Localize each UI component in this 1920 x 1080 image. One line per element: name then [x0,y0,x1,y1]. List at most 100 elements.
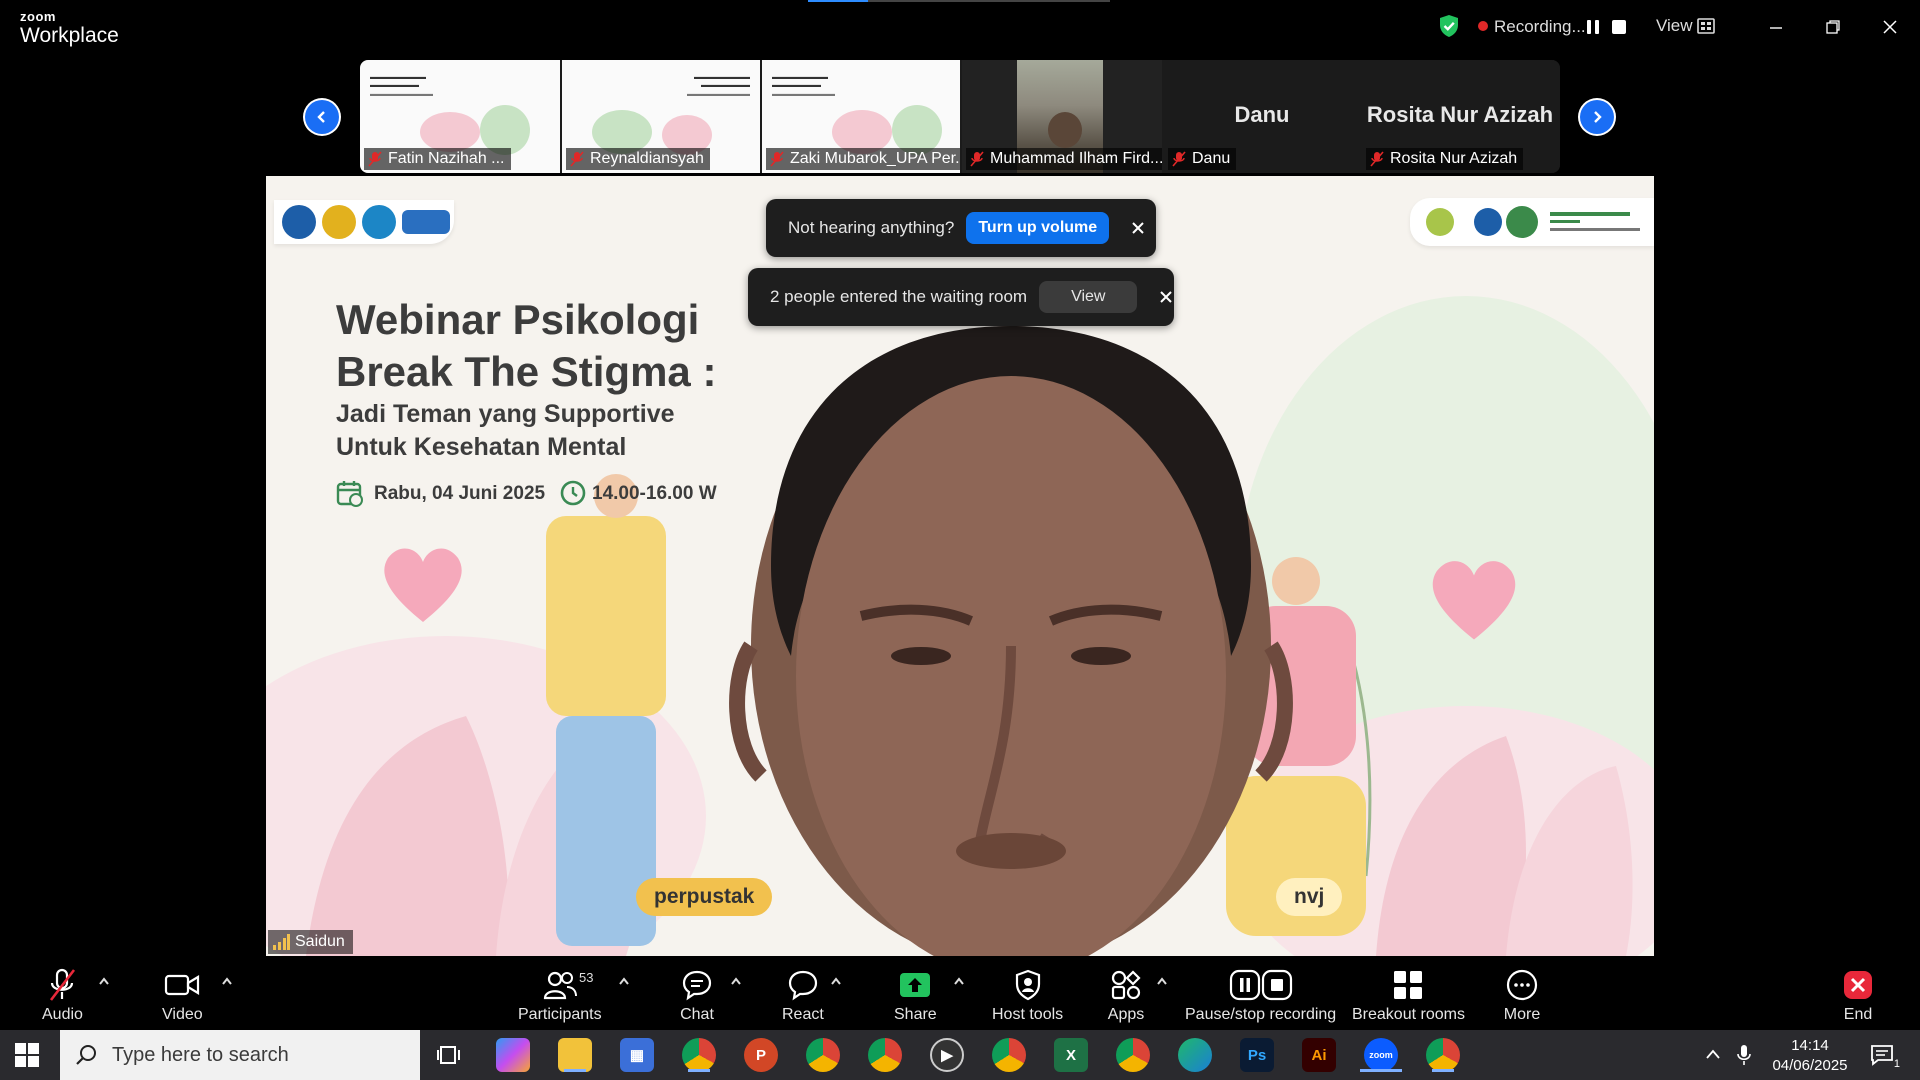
participants-icon [543,971,577,1000]
restore-button[interactable] [1818,12,1848,42]
filmstrip-next-button[interactable] [1578,98,1616,136]
page-indicator [808,0,1110,2]
participant-tile[interactable]: Danu Danu [1164,60,1360,173]
participants-count: 53 [579,970,594,985]
meeting-toolbar: Audio Video Participants 53 Chat React S… [0,956,1920,1030]
task-view-icon[interactable] [432,1038,466,1072]
chevron-up-icon[interactable] [953,976,965,986]
close-icon[interactable] [1159,290,1173,304]
react-label: React [782,1006,824,1023]
mini-slide-thumbnail: ▬▬▬▬▬▬▬▬ ▬▬▬▬▬▬▬ ▬▬▬▬▬▬▬▬▬ [370,74,433,98]
participant-tile[interactable]: Muhammad Ilham Fird... [962,60,1162,173]
audio-button[interactable]: Audio [42,968,83,1024]
encryption-shield-icon[interactable] [1438,14,1460,38]
minimize-button[interactable] [1761,12,1791,42]
participant-tile[interactable]: ▬▬▬▬▬▬▬▬ ▬▬▬▬▬▬▬ ▬▬▬▬▬▬▬▬▬ Fatin Nazihah .… [360,60,560,173]
participant-tile[interactable]: Rosita Nur Azizah Rosita Nur Azizah [1360,60,1560,173]
chat-icon [682,970,712,1001]
chevron-up-icon[interactable] [1705,1048,1721,1060]
participants-label: Participants [518,1006,602,1023]
calendar-icon [336,481,363,507]
slide-time: 14.00-16.00 W [592,483,717,504]
taskbar-search-input[interactable]: Type here to search [60,1030,420,1080]
chrome-profile-icon[interactable] [1116,1038,1150,1072]
heart-decoration-icon [384,548,462,622]
view-waiting-room-button[interactable]: View [1039,281,1138,313]
participant-tile[interactable]: ▬▬▬▬▬▬▬▬ ▬▬▬▬▬▬▬ ▬▬▬▬▬▬▬▬▬ Zaki Mubarok_UP… [762,60,960,173]
microsoft-store-icon[interactable]: ▦ [620,1038,654,1072]
search-placeholder: Type here to search [112,1043,289,1066]
participant-filmstrip: ▬▬▬▬▬▬▬▬ ▬▬▬▬▬▬▬ ▬▬▬▬▬▬▬▬▬ Fatin Nazihah .… [360,60,1560,173]
copilot-icon[interactable] [496,1038,530,1072]
photoshop-icon[interactable]: Ps [1240,1038,1274,1072]
participant-name: Danu [1192,150,1231,167]
share-label: Share [894,1006,937,1023]
chevron-up-icon[interactable] [618,976,630,986]
slide-subtitle-line: Jadi Teman yang Supportive [336,400,675,428]
stop-recording-icon[interactable] [1608,16,1630,38]
react-button[interactable]: React [782,968,824,1024]
share-screen-icon [900,973,931,997]
pause-stop-recording-button[interactable]: Pause/stop recording [1185,968,1336,1024]
share-button[interactable]: Share [894,968,937,1024]
partner-logos-right [1410,198,1654,246]
chevron-up-icon[interactable] [1156,976,1168,986]
participant-display-name: Danu [1234,102,1290,127]
pause-recording-icon[interactable] [1582,16,1604,38]
speaker-name: Saidun [295,933,345,950]
close-button[interactable] [1875,12,1905,42]
title-bar: zoom Workplace Recording... View [0,0,1920,56]
breakout-rooms-button[interactable]: Breakout rooms [1352,968,1465,1024]
edge-icon[interactable] [1178,1038,1212,1072]
zoom-app-icon[interactable]: zoom [1360,1038,1402,1072]
brand-zoom: zoom [20,9,56,24]
audio-notification-text: Not hearing anything? [788,218,955,237]
end-meeting-button[interactable]: End [1838,968,1878,1024]
mini-slide-thumbnail: ▬▬▬▬▬▬▬▬ ▬▬▬▬▬▬▬ ▬▬▬▬▬▬▬▬▬ [687,74,750,98]
grid-view-icon[interactable] [1697,18,1715,34]
chevron-up-icon[interactable] [830,976,842,986]
filmstrip-prev-button[interactable] [303,98,341,136]
notification-center-icon[interactable]: 1 [1870,1044,1900,1070]
participant-name: Fatin Nazihah ... [388,150,505,167]
illustrator-icon[interactable]: Ai [1302,1038,1336,1072]
microphone-icon[interactable] [1737,1044,1751,1066]
chevron-up-icon[interactable] [730,976,742,986]
recording-dot-icon [1478,21,1488,31]
video-camera-icon [165,974,200,996]
turn-up-volume-button[interactable]: Turn up volume [966,212,1110,244]
chrome-profile-icon[interactable] [682,1038,716,1072]
chrome-profile-icon[interactable] [868,1038,902,1072]
audio-notification: Not hearing anything? Turn up volume [766,199,1156,257]
chrome-profile-icon[interactable] [806,1038,840,1072]
chat-button[interactable]: Chat [677,968,717,1024]
excel-icon[interactable]: X [1054,1038,1088,1072]
chrome-profile-icon[interactable] [1426,1038,1460,1072]
taskbar-clock[interactable]: 14:14 04/06/2025 [1760,1036,1860,1076]
powerpoint-icon[interactable]: P [744,1038,778,1072]
breakout-rooms-label: Breakout rooms [1352,1006,1465,1023]
institution-logo [362,205,396,239]
host-tools-button[interactable]: Host tools [992,968,1063,1024]
file-explorer-icon[interactable] [558,1038,592,1072]
chrome-icon[interactable] [992,1038,1026,1072]
participant-video-face [1048,112,1082,148]
media-player-icon[interactable]: ▶ [930,1038,964,1072]
more-label: More [1503,1006,1541,1023]
chevron-up-icon[interactable] [98,976,110,986]
slide-title: Webinar Psikologi Break The Stigma : [336,294,716,398]
kampus-merdeka-logo [402,210,450,234]
close-icon[interactable] [1131,221,1145,235]
participant-name-tag: Danu [1168,148,1237,170]
more-button[interactable]: More [1502,968,1542,1024]
video-button[interactable]: Video [162,968,203,1024]
chevron-up-icon[interactable] [221,976,233,986]
muted-mic-icon [1370,151,1384,167]
view-button[interactable]: View [1656,16,1693,36]
zoom-window: zoom Workplace Recording... View ▬▬▬▬▬▬▬… [0,0,1920,1080]
windows-start-icon[interactable] [14,1042,40,1068]
muted-mic-icon [1172,151,1186,167]
participant-name-tag: Reynaldiansyah [566,148,710,170]
apps-button[interactable]: Apps [1106,968,1146,1024]
participant-tile[interactable]: ▬▬▬▬▬▬▬▬ ▬▬▬▬▬▬▬ ▬▬▬▬▬▬▬▬▬ Reynaldiansyah [562,60,760,173]
